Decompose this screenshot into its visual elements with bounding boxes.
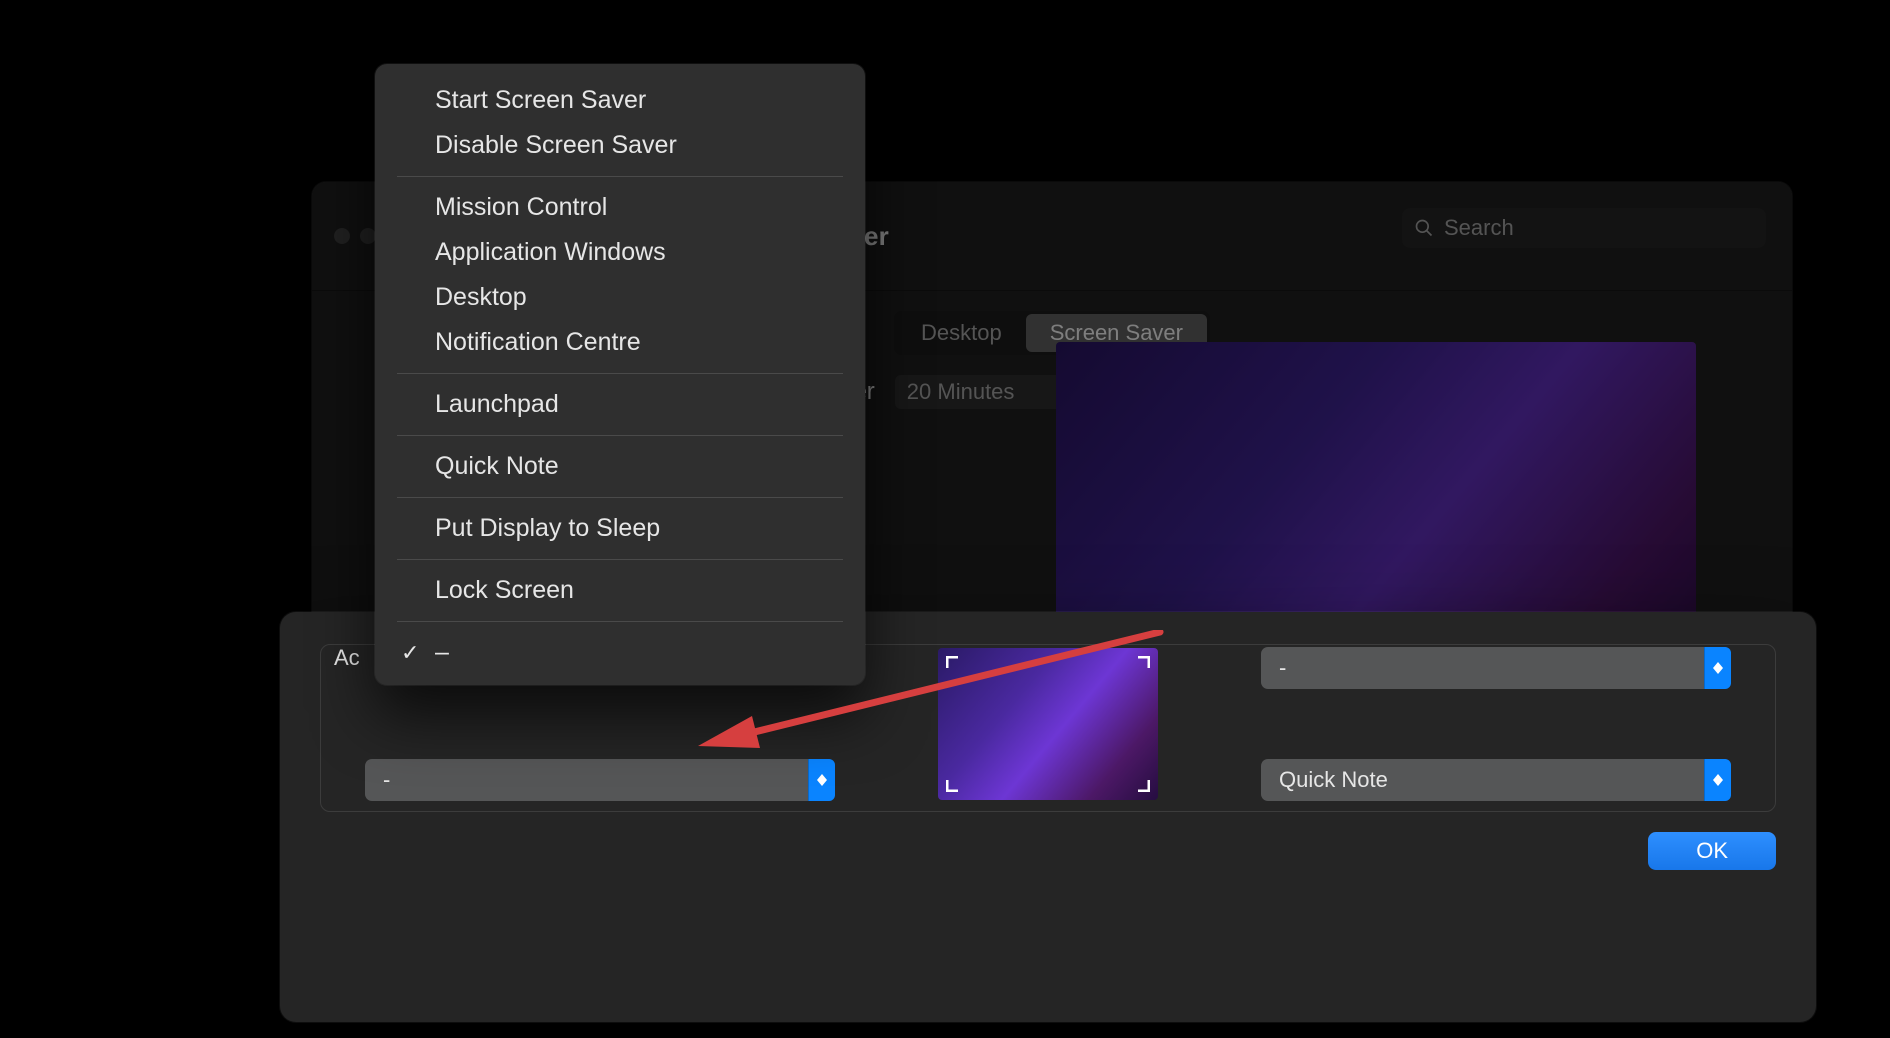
show-after-value: 20 Minutes bbox=[907, 379, 1015, 405]
menu-separator bbox=[397, 621, 843, 622]
hot-corner-top-right-select[interactable]: - bbox=[1261, 647, 1731, 689]
ok-button[interactable]: OK bbox=[1648, 832, 1776, 870]
hot-corner-bottom-right-value: Quick Note bbox=[1279, 767, 1388, 793]
stepper-icon bbox=[1704, 647, 1731, 689]
close-dot[interactable] bbox=[334, 228, 350, 244]
menu-separator bbox=[397, 497, 843, 498]
menu-separator bbox=[397, 176, 843, 177]
hot-corner-bottom-left-value: - bbox=[383, 767, 390, 793]
stepper-icon bbox=[808, 759, 835, 801]
menu-separator bbox=[397, 435, 843, 436]
hot-corner-dropdown-menu: Start Screen Saver Disable Screen Saver … bbox=[375, 64, 865, 685]
menu-separator bbox=[397, 559, 843, 560]
corner-marker-tr-icon bbox=[1132, 656, 1150, 674]
corner-marker-br-icon bbox=[1132, 774, 1150, 792]
menu-item-desktop[interactable]: Desktop bbox=[391, 275, 849, 320]
menu-item-disable-screen-saver[interactable]: Disable Screen Saver bbox=[391, 123, 849, 168]
search-input[interactable]: Search bbox=[1402, 208, 1766, 248]
checkmark-icon: ✓ bbox=[401, 640, 421, 666]
corner-marker-bl-icon bbox=[946, 774, 964, 792]
menu-item-notification-centre[interactable]: Notification Centre bbox=[391, 320, 849, 365]
minimize-dot[interactable] bbox=[360, 228, 376, 244]
stepper-icon bbox=[1704, 759, 1731, 801]
tab-desktop[interactable]: Desktop bbox=[897, 314, 1026, 352]
menu-item-launchpad[interactable]: Launchpad bbox=[391, 382, 849, 427]
menu-item-mission-control[interactable]: Mission Control bbox=[391, 185, 849, 230]
hot-corner-top-right-value: - bbox=[1279, 655, 1286, 681]
menu-item-none[interactable]: ✓– bbox=[391, 630, 849, 675]
corner-marker-tl-icon bbox=[946, 656, 964, 674]
hot-corners-preview bbox=[938, 648, 1158, 800]
menu-item-put-display-to-sleep[interactable]: Put Display to Sleep bbox=[391, 506, 849, 551]
menu-item-lock-screen[interactable]: Lock Screen bbox=[391, 568, 849, 613]
search-placeholder: Search bbox=[1444, 215, 1514, 241]
active-corners-label-peek: Ac bbox=[334, 645, 360, 671]
menu-separator bbox=[397, 373, 843, 374]
menu-item-quick-note[interactable]: Quick Note bbox=[391, 444, 849, 489]
menu-item-application-windows[interactable]: Application Windows bbox=[391, 230, 849, 275]
hot-corner-bottom-left-select[interactable]: - bbox=[365, 759, 835, 801]
menu-item-start-screen-saver[interactable]: Start Screen Saver bbox=[391, 78, 849, 123]
hot-corner-bottom-right-select[interactable]: Quick Note bbox=[1261, 759, 1731, 801]
